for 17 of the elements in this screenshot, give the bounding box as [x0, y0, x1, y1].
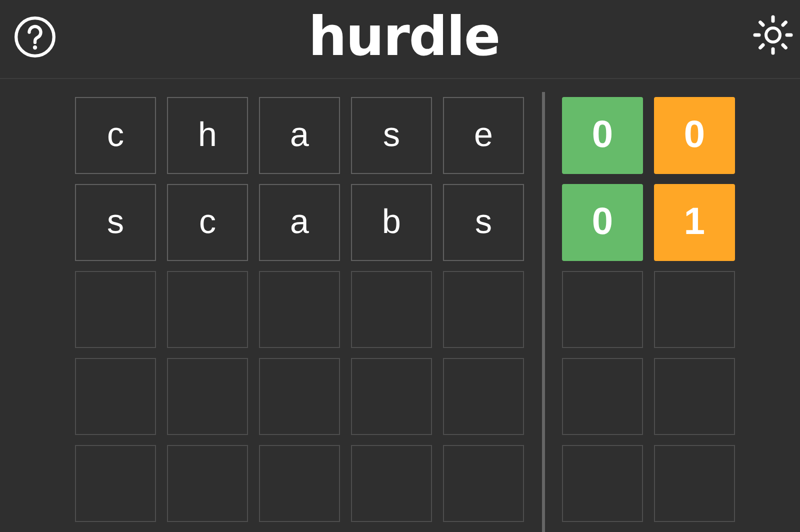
letter-tile: h — [167, 97, 248, 174]
app-title: hurdle — [308, 4, 500, 68]
letter-tile: c — [167, 184, 248, 261]
letter-tile: e — [443, 97, 524, 174]
letter-tile: c — [75, 97, 156, 174]
score-tile: 0 — [562, 184, 643, 261]
help-icon[interactable] — [14, 16, 56, 58]
score-tile: 0 — [562, 97, 643, 174]
score-tile: 1 — [654, 184, 735, 261]
score-tile: 0 — [654, 97, 735, 174]
sun-icon[interactable] — [752, 14, 794, 56]
letter-tile: a — [259, 184, 340, 261]
letter-tile: s — [443, 184, 524, 261]
letter-tile: s — [351, 97, 432, 174]
letter-tile: b — [351, 184, 432, 261]
letter-tile: s — [75, 184, 156, 261]
letter-tile: a — [259, 97, 340, 174]
